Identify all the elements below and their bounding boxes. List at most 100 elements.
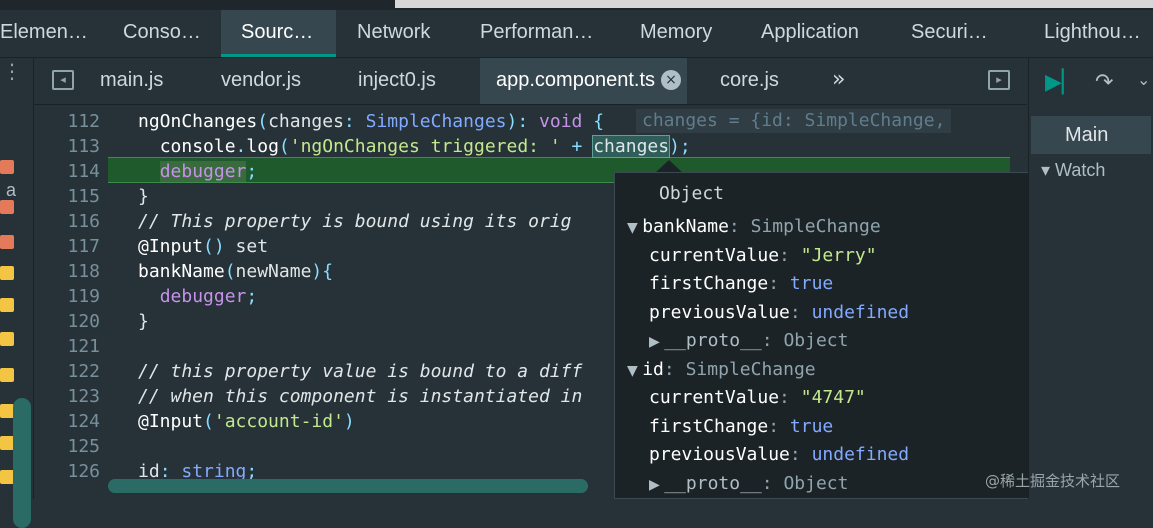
editor-file-tabs: ◂ main.js vendor.js inject0.js app.compo… [34, 58, 1027, 105]
tab-sources[interactable]: Sourc… [221, 10, 336, 57]
line-number[interactable]: 119 [34, 284, 100, 309]
property-row: firstChange: true [649, 413, 833, 441]
file-icon[interactable] [0, 404, 14, 418]
tab-label: Application [761, 21, 859, 43]
code-line: 113 console.log('ngOnChanges triggered: … [34, 134, 1027, 159]
file-icon[interactable] [0, 470, 14, 484]
collapse-arrow-icon[interactable]: ▶ [649, 477, 664, 493]
file-tab-inject0-js[interactable]: inject0.js [358, 58, 436, 104]
line-number[interactable]: 116 [34, 209, 100, 234]
watermark: @稀土掘金技术社区 [985, 472, 1121, 490]
file-tab-app-component-ts[interactable]: app.component.ts × [480, 58, 687, 104]
more-options-icon[interactable]: ⋮ [2, 61, 22, 81]
line-number[interactable]: 120 [34, 309, 100, 334]
property-separator: : [768, 415, 790, 437]
property-row-expandable[interactable]: ▼ id: SimpleChange [627, 356, 816, 384]
file-icon[interactable] [0, 368, 14, 382]
property-separator: : [779, 244, 801, 266]
tab-elements[interactable]: Elemen… [0, 10, 96, 57]
line-number[interactable]: 118 [34, 259, 100, 284]
property-row: currentValue: "Jerry" [649, 242, 877, 270]
navigator-label: a [6, 180, 17, 200]
watch-section-header[interactable]: ▾ Watch [1041, 160, 1105, 181]
property-value: undefined [811, 301, 910, 323]
expand-arrow-icon[interactable]: ▼ [627, 363, 642, 379]
folder-icon[interactable] [0, 235, 14, 249]
code-text: bankName(newName){ [138, 261, 334, 282]
property-value: SimpleChange [685, 358, 816, 380]
property-value: Object [783, 472, 849, 494]
line-number[interactable]: 113 [34, 134, 100, 159]
property-key: currentValue [649, 387, 780, 408]
editor-horizontal-scrollbar[interactable] [108, 479, 588, 493]
thread-main[interactable]: Main [1031, 116, 1151, 154]
code-text: // when this component is instantiated i… [138, 386, 583, 407]
chevron-down-icon[interactable]: ⌄ [1137, 70, 1150, 89]
close-tab-icon[interactable]: × [661, 70, 681, 90]
file-tab-label: core.js [720, 69, 779, 91]
property-value: "Jerry" [800, 244, 877, 266]
step-over-icon[interactable]: ↷ [1095, 70, 1113, 95]
line-number[interactable]: 121 [34, 334, 100, 359]
line-number[interactable]: 122 [34, 359, 100, 384]
navigator-scrollbar[interactable] [13, 398, 31, 528]
code-text: @Input('account-id') [138, 411, 355, 432]
tab-performance[interactable]: Performan… [460, 10, 620, 57]
toggle-navigator-icon[interactable]: ◂ [52, 70, 74, 90]
line-number[interactable]: 125 [34, 434, 100, 459]
file-icon[interactable] [0, 266, 14, 280]
line-number[interactable]: 114 [34, 159, 100, 184]
property-separator: : [728, 216, 751, 237]
file-tab-core-js[interactable]: core.js [720, 58, 779, 104]
property-row-expandable[interactable]: ▶ __proto__: Object [649, 470, 848, 498]
tab-label: Sourc… [241, 21, 314, 43]
code-text: } [138, 186, 149, 207]
resume-icon[interactable]: ▶▏ [1045, 70, 1079, 95]
property-key: currentValue [649, 244, 780, 266]
file-icon[interactable] [0, 298, 14, 312]
property-separator: : [768, 273, 790, 294]
folder-icon[interactable] [0, 200, 14, 214]
property-separator: : [789, 444, 812, 465]
more-tabs-icon[interactable]: » [832, 58, 845, 102]
tab-label: Performan… [480, 21, 594, 43]
file-tab-main-js[interactable]: main.js [100, 58, 163, 104]
expand-arrow-icon[interactable]: ▼ [627, 220, 642, 236]
property-key: __proto__ [664, 330, 762, 351]
file-icon[interactable] [0, 436, 14, 450]
property-row-expandable[interactable]: ▼ bankName: SimpleChange [627, 213, 881, 241]
property-key: firstChange [649, 415, 769, 437]
line-number[interactable]: 123 [34, 384, 100, 409]
line-number[interactable]: 117 [34, 234, 100, 259]
property-separator: : [761, 472, 784, 494]
tab-console[interactable]: Conso… [100, 10, 220, 57]
line-number[interactable]: 124 [34, 409, 100, 434]
tab-network[interactable]: Network [336, 10, 460, 57]
line-number[interactable]: 115 [34, 184, 100, 209]
property-row-expandable[interactable]: ▶ __proto__: Object [649, 327, 848, 355]
debugger-sidebar: ▶▏ ↷ ⌄ Main ▾ Watch [1028, 58, 1153, 499]
property-value: undefined [811, 444, 910, 465]
file-icon[interactable] [0, 332, 14, 346]
property-row: currentValue: "4747" [649, 384, 866, 412]
line-number[interactable]: 126 [34, 459, 100, 484]
property-key: previousValue [649, 444, 790, 465]
property-separator: : [761, 330, 784, 351]
tab-lighthouse[interactable]: Lighthou… [1020, 10, 1153, 57]
tab-security[interactable]: Securi… [890, 10, 1020, 57]
toggle-debugger-icon[interactable]: ▸ [988, 70, 1010, 90]
code-text: // This property is bound using its orig [138, 211, 572, 232]
tab-memory[interactable]: Memory [620, 10, 742, 57]
tab-application[interactable]: Application [742, 10, 890, 57]
tab-label: Memory [640, 21, 713, 43]
property-value: true [789, 415, 834, 437]
file-tab-vendor-js[interactable]: vendor.js [221, 58, 301, 104]
collapse-arrow-icon[interactable]: ▶ [649, 334, 664, 350]
popover-title: Object [659, 183, 725, 204]
tab-label: Elemen… [0, 21, 88, 43]
folder-icon[interactable] [0, 160, 14, 174]
tab-label: Lighthou… [1044, 21, 1141, 43]
property-value: Object [783, 330, 849, 351]
line-number[interactable]: 112 [34, 109, 100, 134]
property-row: firstChange: true [649, 270, 833, 298]
